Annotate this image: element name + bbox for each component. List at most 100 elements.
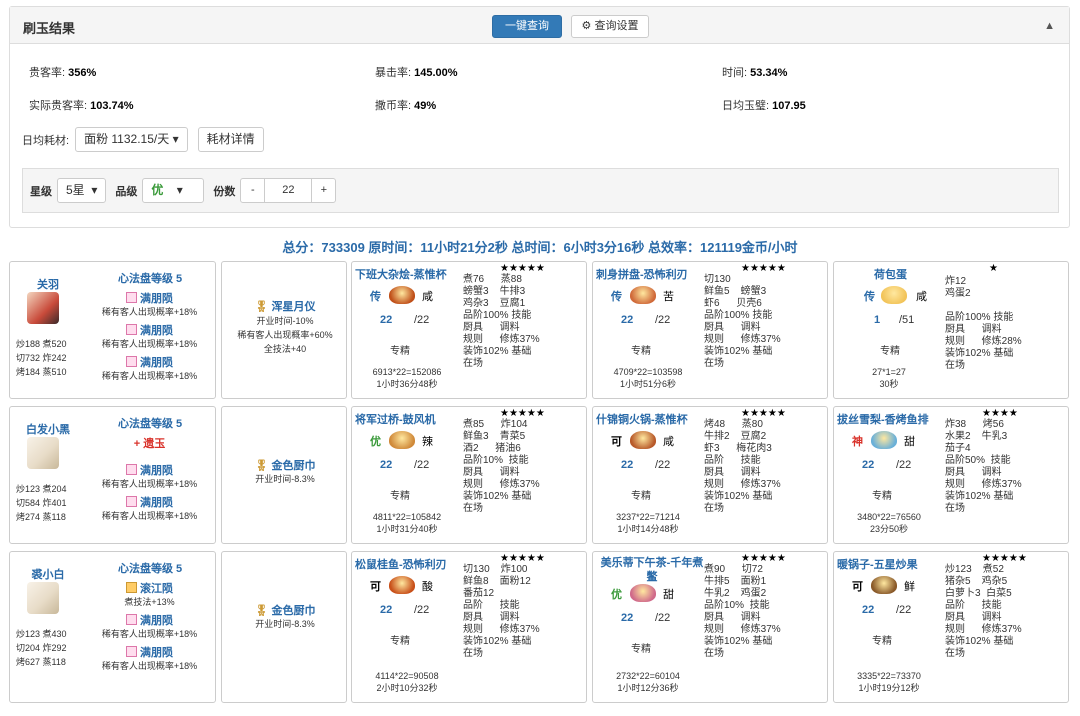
recipe-taste: 辣: [422, 436, 433, 448]
caret-down-icon: ▾: [172, 132, 179, 146]
chef-card[interactable]: 白发小黑 炒123 煮204 切584 炸401 烤274 蒸118 心法盘等级 5 + …: [9, 406, 216, 544]
recipe-rank: 优: [611, 589, 622, 601]
consumption-label: 日均耗材:: [22, 134, 70, 147]
recipe-card[interactable]: 什锦铜火锅-蒸惟杯 ★★★★★ 可 咸 22/22 专精 3237*22=71214 1小时1…: [592, 406, 828, 544]
recipe-calc: 3480*22=76560: [857, 512, 921, 522]
crit-rate-label: 暴击率:: [375, 67, 412, 79]
recipe-card[interactable]: 荷包蛋 ★ 传咸 1/51 专精 27*1=27 30秒 炸12 鸡蛋2 品阶100% 技能 …: [833, 261, 1069, 399]
aura-skill: 满朋陨: [87, 290, 212, 306]
aura-name: 满朋陨: [140, 497, 173, 509]
recipe-card[interactable]: 暖锅子-五星炒果 ★★★★★ 可 鲜 22/22 专精 3335*22=73370 1小时19…: [833, 551, 1069, 703]
recipe-card[interactable]: 松鼠桂鱼-恐怖利刃 ★★★★★ 可 酸 22/22 专精 4114*22=90508 2小时1…: [351, 551, 587, 703]
equipment-card[interactable]: 🎖 金色厨巾 开业时间-8.3%: [221, 551, 347, 703]
star-select[interactable]: 5星 ▾: [57, 178, 107, 203]
coin-rate-label: 撒币率:: [375, 100, 412, 112]
aura-skill: 满朋陨: [87, 494, 212, 510]
portion-minus-button[interactable]: -: [241, 179, 266, 202]
consumption-select[interactable]: 面粉 1132.15/天 ▾: [75, 127, 188, 152]
recipe-calc: 4811*22=105842: [372, 512, 442, 522]
aura-icon: [126, 356, 137, 367]
recipe-rank: 神: [852, 436, 863, 448]
aura-icon: [126, 646, 137, 657]
recipe-card[interactable]: 刺身拼盘-恐怖利刃 ★★★★★ 传 苦 22/22 专精 4709*22=103598 1小时…: [592, 261, 828, 399]
recipe-specialty-label: 专精: [390, 636, 410, 647]
recipe-quantity: 22: [380, 459, 393, 471]
chef-stat: 炒123 煮204: [16, 484, 67, 494]
equipment-card[interactable]: 🎖 浑星月仪 开业时间-10% 稀有客人出现概率+60% 全技法+40: [221, 261, 347, 399]
equipment-desc: 开业时间-8.3%: [255, 474, 315, 484]
dish-icon: [630, 584, 656, 602]
chef-avatar: [27, 437, 59, 469]
equipment-name: 🎖 浑星月仪: [222, 298, 346, 314]
guest-rate: 贵客率: 356%: [29, 64, 96, 80]
chef-stat: 烤627 蒸118: [16, 657, 66, 667]
recipe-total: /22: [414, 459, 430, 471]
chevron-up-icon[interactable]: ▲: [1044, 20, 1055, 32]
guest-rate-label: 贵客率:: [29, 67, 66, 79]
recipe-title: 将军过桥-鼓风机: [355, 414, 436, 426]
recipe-title: 拔丝雪梨-香烤鱼排: [837, 414, 929, 426]
chef-avatar: [27, 292, 59, 324]
recipe-calc: 27*1=27: [872, 367, 906, 377]
aura-desc: 稀有客人出现概率+18%: [101, 371, 198, 381]
chef-stat: 烤184 蒸510: [16, 367, 67, 377]
aura-icon: [126, 324, 137, 335]
consumption-detail-button[interactable]: 耗材详情: [197, 127, 264, 152]
gear-icon: ⚙: [581, 20, 592, 32]
actual-guest-rate-value: 103.74%: [90, 100, 134, 112]
grade-label: 品级: [115, 185, 138, 198]
recipe-stars: ★★★★★: [500, 553, 545, 564]
recipe-rank: 可: [370, 581, 381, 593]
recipe-calc: 3237*22=71214: [616, 512, 680, 522]
aura-name: 满朋陨: [140, 357, 173, 369]
dish-icon: [630, 286, 656, 304]
recipe-card[interactable]: 美乐蒂下午茶-千年煮鳖 ★★★★★ 优 甜 22/22 专精 2732*22=60104 1小…: [592, 551, 828, 703]
portion-stepper[interactable]: - 22 +: [240, 178, 337, 203]
chef-card[interactable]: 关羽 炒188 煮520 切732 炸242 烤184 蒸510 心法盘等级 5 满朋陨稀…: [9, 261, 216, 399]
recipe-title: 暖锅子-五星炒果: [837, 559, 918, 571]
portion-plus-button[interactable]: +: [311, 179, 335, 202]
dish-icon: [881, 286, 907, 304]
settings-button[interactable]: ⚙ 查询设置: [571, 15, 649, 38]
recipe-taste: 苦: [663, 291, 674, 303]
crit-rate-value: 145.00%: [414, 67, 458, 79]
chef-card[interactable]: 裘小白 炒123 煮430 切204 炸292 烤627 蒸118 心法盘等级 5 滚江陨…: [9, 551, 216, 703]
aura-desc: 稀有客人出现概率+18%: [101, 661, 198, 671]
recipe-time: 1小时14分48秒: [617, 524, 679, 534]
recipe-total: /22: [896, 604, 912, 616]
query-button[interactable]: 一键查询: [492, 15, 562, 38]
recipe-specialty-label: 专精: [872, 491, 892, 502]
recipe-card[interactable]: 将军过桥-鼓风机 ★★★★★ 优 辣 22/22 专精 4811*22=105842 1小时3…: [351, 406, 587, 544]
grade-select-value: 优: [151, 183, 164, 197]
recipe-quantity: 22: [621, 612, 634, 624]
recipe-taste: 甜: [663, 589, 674, 601]
recipe-quantity: 22: [380, 604, 393, 616]
recipe-materials: 炒123 煮52 猪杂5 鸡杂5 白萝卜3 白菜5 品阶 技能 厨具 调料 规则…: [945, 564, 1022, 659]
dish-icon: [389, 286, 415, 304]
equipment-name: 🎖 金色厨巾: [222, 602, 346, 618]
skill-title: 心法盘等级 5: [118, 418, 183, 430]
recipe-time: 1小时19分12秒: [858, 683, 920, 693]
equipment-name: 🎖 金色厨巾: [222, 457, 346, 473]
recipe-calc: 4114*22=90508: [375, 671, 439, 681]
crit-rate: 暴击率: 145.00%: [375, 64, 458, 80]
equipment-card[interactable]: 🎖 金色厨巾 开业时间-8.3%: [221, 406, 347, 544]
grade-select[interactable]: 优 ▾: [142, 178, 205, 203]
recipe-total: /22: [414, 604, 430, 616]
chef-avatar: [27, 582, 59, 614]
equipment-icon: 🎖: [254, 460, 272, 472]
recipe-stars: ★★★★★: [500, 263, 545, 274]
aura-desc: 稀有客人出现概率+18%: [101, 511, 198, 521]
portion-input[interactable]: 22: [265, 179, 311, 202]
recipe-card[interactable]: 拔丝雪梨-香烤鱼排 ★★★★ 神 甜 22/22 专精 3480*22=76560 23分50…: [833, 406, 1069, 544]
panel-header[interactable]: 刷玉结果 一键查询 ⚙ 查询设置 ▲: [10, 7, 1069, 44]
result-panel: 刷玉结果 一键查询 ⚙ 查询设置 ▲ 贵客率: 356% 暴击率: 145.00…: [9, 6, 1070, 228]
recipe-rank: 可: [852, 581, 863, 593]
equipment-label: 金色厨巾: [271, 460, 316, 472]
recipe-materials: 煮76 蒸88 螃蟹3 牛排3 鸡杂3 豆腐1 品阶100% 技能 厨具 调料 …: [463, 274, 540, 369]
recipe-title: 松鼠桂鱼-恐怖利刃: [355, 559, 447, 571]
recipe-total: /22: [655, 314, 671, 326]
recipe-card[interactable]: 下班大杂烩-蒸惟杯 ★★★★★ 传 咸 22/22 专精 6913*22=152086 1小时…: [351, 261, 587, 399]
coin-rate-value: 49%: [414, 100, 437, 112]
equipment-desc: 稀有客人出现概率+60%: [237, 330, 333, 340]
